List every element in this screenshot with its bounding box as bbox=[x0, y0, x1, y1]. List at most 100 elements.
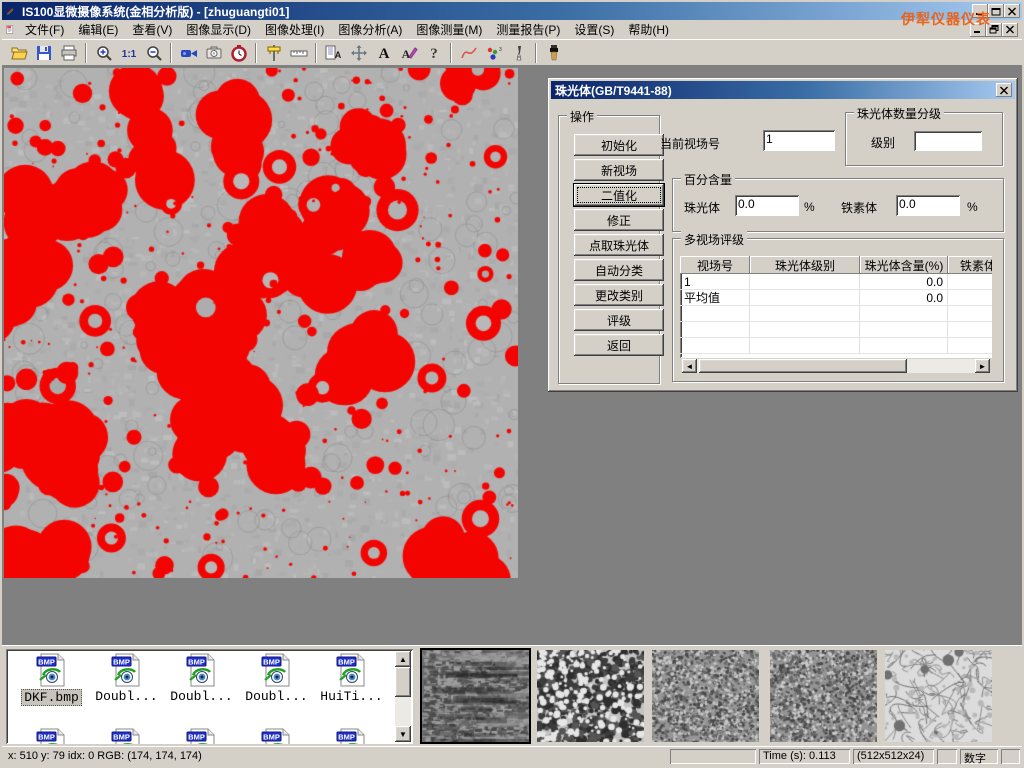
file-item-clipped[interactable]: BMP bbox=[314, 728, 389, 744]
file-list-scrollbar[interactable]: ▲ ▼ bbox=[395, 651, 411, 742]
grade-level-input[interactable] bbox=[914, 131, 982, 151]
op-button-8[interactable]: 评级 bbox=[574, 309, 664, 331]
camera-icon[interactable] bbox=[202, 41, 225, 64]
actual-size-icon[interactable]: 1:1 bbox=[117, 41, 140, 64]
menu-item[interactable]: 查看(V) bbox=[125, 19, 179, 40]
table-cell bbox=[680, 306, 750, 322]
scroll-up-icon[interactable]: ▲ bbox=[395, 651, 411, 667]
app-window: { "window": { "title": "IS100显微摄像系统(金相分析… bbox=[0, 0, 1024, 768]
scroll-thumb[interactable] bbox=[699, 359, 907, 373]
help-icon[interactable]: ? bbox=[422, 41, 445, 64]
mdi-close-icon[interactable] bbox=[1002, 23, 1018, 37]
file-item-clipped[interactable]: BMP bbox=[239, 728, 314, 744]
op-button-5[interactable]: 点取珠光体 bbox=[574, 234, 664, 256]
caliper-icon[interactable] bbox=[262, 41, 285, 64]
video-camera-icon[interactable] bbox=[177, 41, 200, 64]
table-row[interactable] bbox=[680, 322, 992, 338]
file-name: Doubl... bbox=[93, 689, 159, 704]
table-row[interactable]: 10.0 bbox=[680, 274, 992, 290]
current-view-label: 当前视场号 bbox=[660, 135, 720, 152]
menu-item[interactable]: 图像处理(I) bbox=[258, 19, 331, 40]
binarized-micrograph-image[interactable] bbox=[4, 68, 518, 578]
micrograph-thumbnail-5[interactable] bbox=[885, 650, 992, 742]
scroll-left-icon[interactable]: ◄ bbox=[682, 359, 697, 373]
dialog-title: 珠光体(GB/T9441-88) bbox=[555, 82, 996, 99]
op-button-9[interactable]: 返回 bbox=[574, 334, 664, 356]
close-icon[interactable] bbox=[1004, 4, 1020, 18]
file-item-clipped[interactable]: BMP bbox=[89, 728, 164, 744]
table-row[interactable]: 平均值0.0 bbox=[680, 290, 992, 306]
table-cell bbox=[750, 322, 860, 338]
op-button-3[interactable]: 二值化 bbox=[574, 184, 664, 206]
zoom-in-icon[interactable] bbox=[92, 41, 115, 64]
svg-text:BMP: BMP bbox=[338, 733, 355, 742]
save-icon[interactable] bbox=[32, 41, 55, 64]
app-icon bbox=[2, 4, 18, 18]
markers-icon[interactable]: 3 bbox=[482, 41, 505, 64]
multiview-table[interactable]: 视场号珠光体级别珠光体含量(%)铁素体 10.0平均值0.0 bbox=[680, 256, 992, 358]
file-item[interactable]: BMPDoubl... bbox=[164, 653, 239, 704]
table-cell bbox=[750, 290, 860, 306]
percent-group: 百分含量 珠光体 0.0 % 铁素体 0.0 % bbox=[672, 178, 1004, 232]
menu-item[interactable]: 编辑(E) bbox=[71, 19, 125, 40]
table-header-cell[interactable]: 视场号 bbox=[680, 256, 750, 274]
table-header-cell[interactable]: 铁素体 bbox=[948, 256, 992, 274]
current-view-input[interactable]: 1 bbox=[763, 130, 835, 151]
file-item[interactable]: BMPDKF.bmp bbox=[14, 653, 89, 706]
menu-item[interactable]: 帮助(H) bbox=[621, 19, 676, 40]
annotate-icon[interactable]: A bbox=[397, 41, 420, 64]
file-item[interactable]: BMPDoubl... bbox=[239, 653, 314, 704]
menu-items: 文件(F)编辑(E)查看(V)图像显示(D)图像处理(I)图像分析(A)图像测量… bbox=[18, 19, 676, 40]
file-name: HuiTi... bbox=[318, 689, 384, 704]
file-item[interactable]: BMPDoubl... bbox=[89, 653, 164, 704]
menu-item[interactable]: 图像测量(M) bbox=[409, 19, 489, 40]
pen-icon[interactable] bbox=[507, 41, 530, 64]
file-item-clipped[interactable]: BMP bbox=[164, 728, 239, 744]
pearlite-percent-input[interactable]: 0.0 bbox=[735, 195, 799, 216]
micrograph-thumbnail-1[interactable] bbox=[422, 650, 529, 742]
table-hscrollbar[interactable]: ◄ ► bbox=[680, 359, 992, 374]
table-header-cell[interactable]: 珠光体含量(%) bbox=[860, 256, 948, 274]
menu-item[interactable]: 图像显示(D) bbox=[179, 19, 258, 40]
open-icon[interactable] bbox=[7, 41, 30, 64]
op-button-2[interactable]: 新视场 bbox=[574, 159, 664, 181]
menu-item[interactable]: 设置(S) bbox=[567, 19, 621, 40]
measure-icon[interactable]: A bbox=[322, 41, 345, 64]
focus-rect bbox=[577, 187, 661, 203]
ferrite-percent-input[interactable]: 0.0 bbox=[896, 195, 960, 216]
brush-icon[interactable] bbox=[542, 41, 565, 64]
svg-text:BMP: BMP bbox=[188, 733, 205, 742]
menu-item[interactable]: 文件(F) bbox=[18, 19, 71, 40]
print-icon[interactable] bbox=[57, 41, 80, 64]
file-item-clipped[interactable]: BMP bbox=[14, 728, 89, 744]
file-item[interactable]: BMPHuiTi... bbox=[314, 653, 389, 704]
file-list[interactable]: BMPDKF.bmpBMPDoubl...BMPDoubl...BMPDoubl… bbox=[6, 649, 413, 744]
document-icon bbox=[2, 23, 18, 37]
menu-item[interactable]: 图像分析(A) bbox=[331, 19, 409, 40]
scroll-thumb[interactable] bbox=[395, 667, 411, 697]
zoom-out-icon[interactable] bbox=[142, 41, 165, 64]
ruler-icon[interactable] bbox=[287, 41, 310, 64]
op-button-4[interactable]: 修正 bbox=[574, 209, 664, 231]
table-cell bbox=[680, 322, 750, 338]
status-empty-panel bbox=[1001, 749, 1020, 764]
move-icon[interactable] bbox=[347, 41, 370, 64]
text-icon[interactable]: A bbox=[372, 41, 395, 64]
curve-icon[interactable] bbox=[457, 41, 480, 64]
micrograph-thumbnail-3[interactable] bbox=[652, 650, 759, 742]
op-button-1[interactable]: 初始化 bbox=[574, 134, 664, 156]
svg-text:BMP: BMP bbox=[188, 658, 205, 667]
table-header-cell[interactable]: 珠光体级别 bbox=[750, 256, 860, 274]
timer-icon[interactable] bbox=[227, 41, 250, 64]
table-row[interactable] bbox=[680, 338, 992, 354]
scroll-right-icon[interactable]: ► bbox=[975, 359, 990, 373]
table-row[interactable] bbox=[680, 306, 992, 322]
dialog-close-icon[interactable] bbox=[996, 83, 1012, 97]
op-button-7[interactable]: 更改类别 bbox=[574, 284, 664, 306]
op-button-6[interactable]: 自动分类 bbox=[574, 259, 664, 281]
menu-item[interactable]: 测量报告(P) bbox=[489, 19, 567, 40]
table-cell: 平均值 bbox=[680, 290, 750, 306]
micrograph-thumbnail-2[interactable] bbox=[537, 650, 644, 742]
scroll-down-icon[interactable]: ▼ bbox=[395, 726, 411, 742]
micrograph-thumbnail-4[interactable] bbox=[770, 650, 877, 742]
